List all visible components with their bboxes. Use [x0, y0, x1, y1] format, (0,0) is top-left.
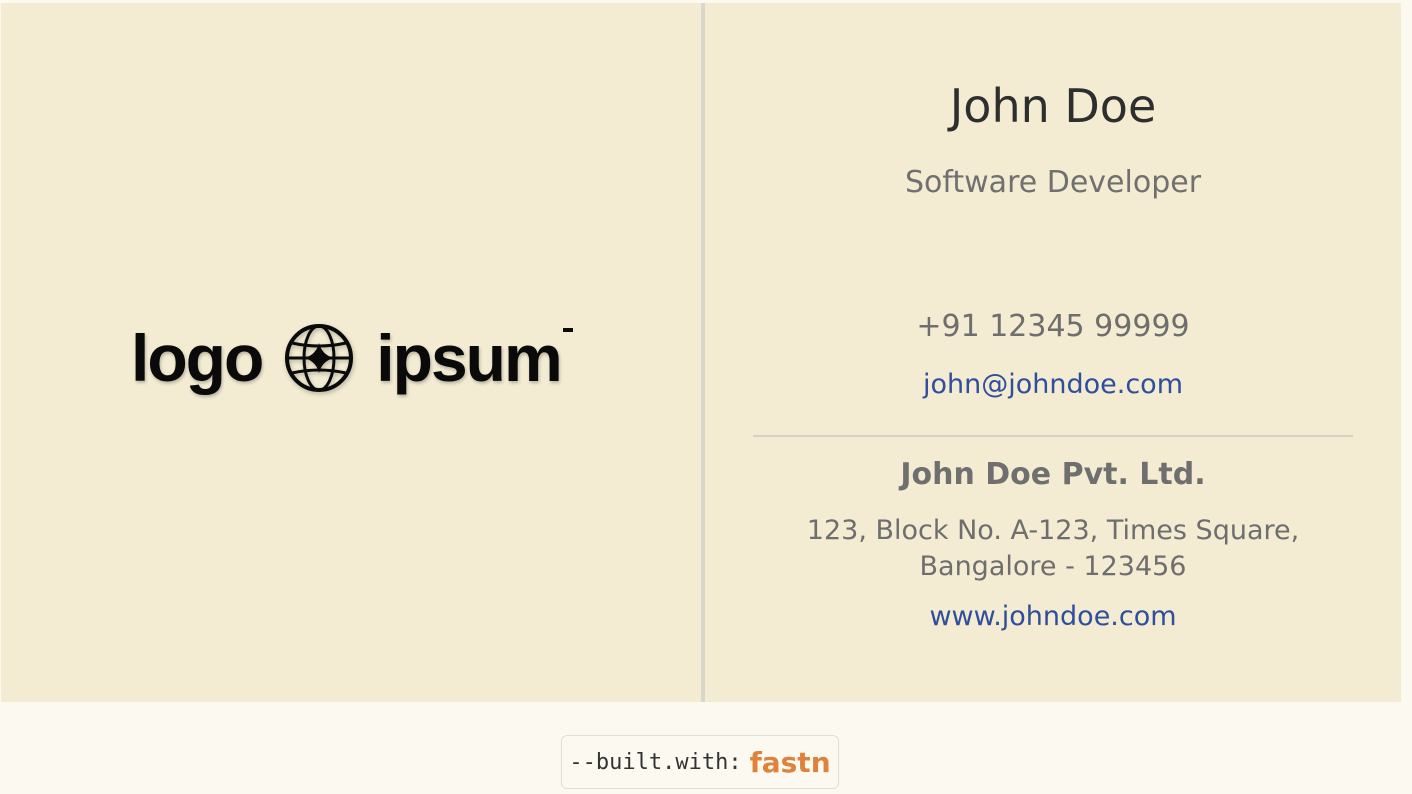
contact-email-link[interactable]: john@johndoe.com [705, 369, 1401, 400]
contact-phone: +91 12345 99999 [916, 309, 1190, 344]
contact-title: Software Developer [904, 165, 1202, 200]
logo-mark-dash [562, 328, 573, 332]
company-logo: logo ipsum [131, 313, 573, 403]
card-front-panel: logo ipsum [1, 3, 701, 702]
built-with-badge[interactable]: --built.with: fastn [561, 735, 839, 789]
address-line-2: Bangalore - 123456 [919, 551, 1187, 582]
globe-sparkle-icon [285, 324, 354, 392]
company-website-link[interactable]: www.johndoe.com [705, 601, 1401, 632]
company-name: John Doe Pvt. Ltd. [900, 457, 1206, 492]
logo-word-right-text: ipsum [376, 321, 562, 395]
card-back-panel: John Doe Software Developer +91 12345 99… [705, 3, 1401, 702]
built-with-prefix: --built.with: [569, 749, 742, 775]
company-address: 123, Block No. A-123, Times Square, Bang… [705, 513, 1401, 585]
address-line-1: 123, Block No. A-123, Times Square, [806, 515, 1300, 546]
logo-word-left: logo [131, 321, 264, 395]
business-card: logo ipsum John Doe Software Developer +… [1, 3, 1401, 702]
section-divider [753, 435, 1353, 437]
logo-word-right: ipsum [376, 320, 573, 396]
fastn-brand-label: fastn [749, 745, 831, 779]
contact-name: John Doe [949, 79, 1157, 133]
